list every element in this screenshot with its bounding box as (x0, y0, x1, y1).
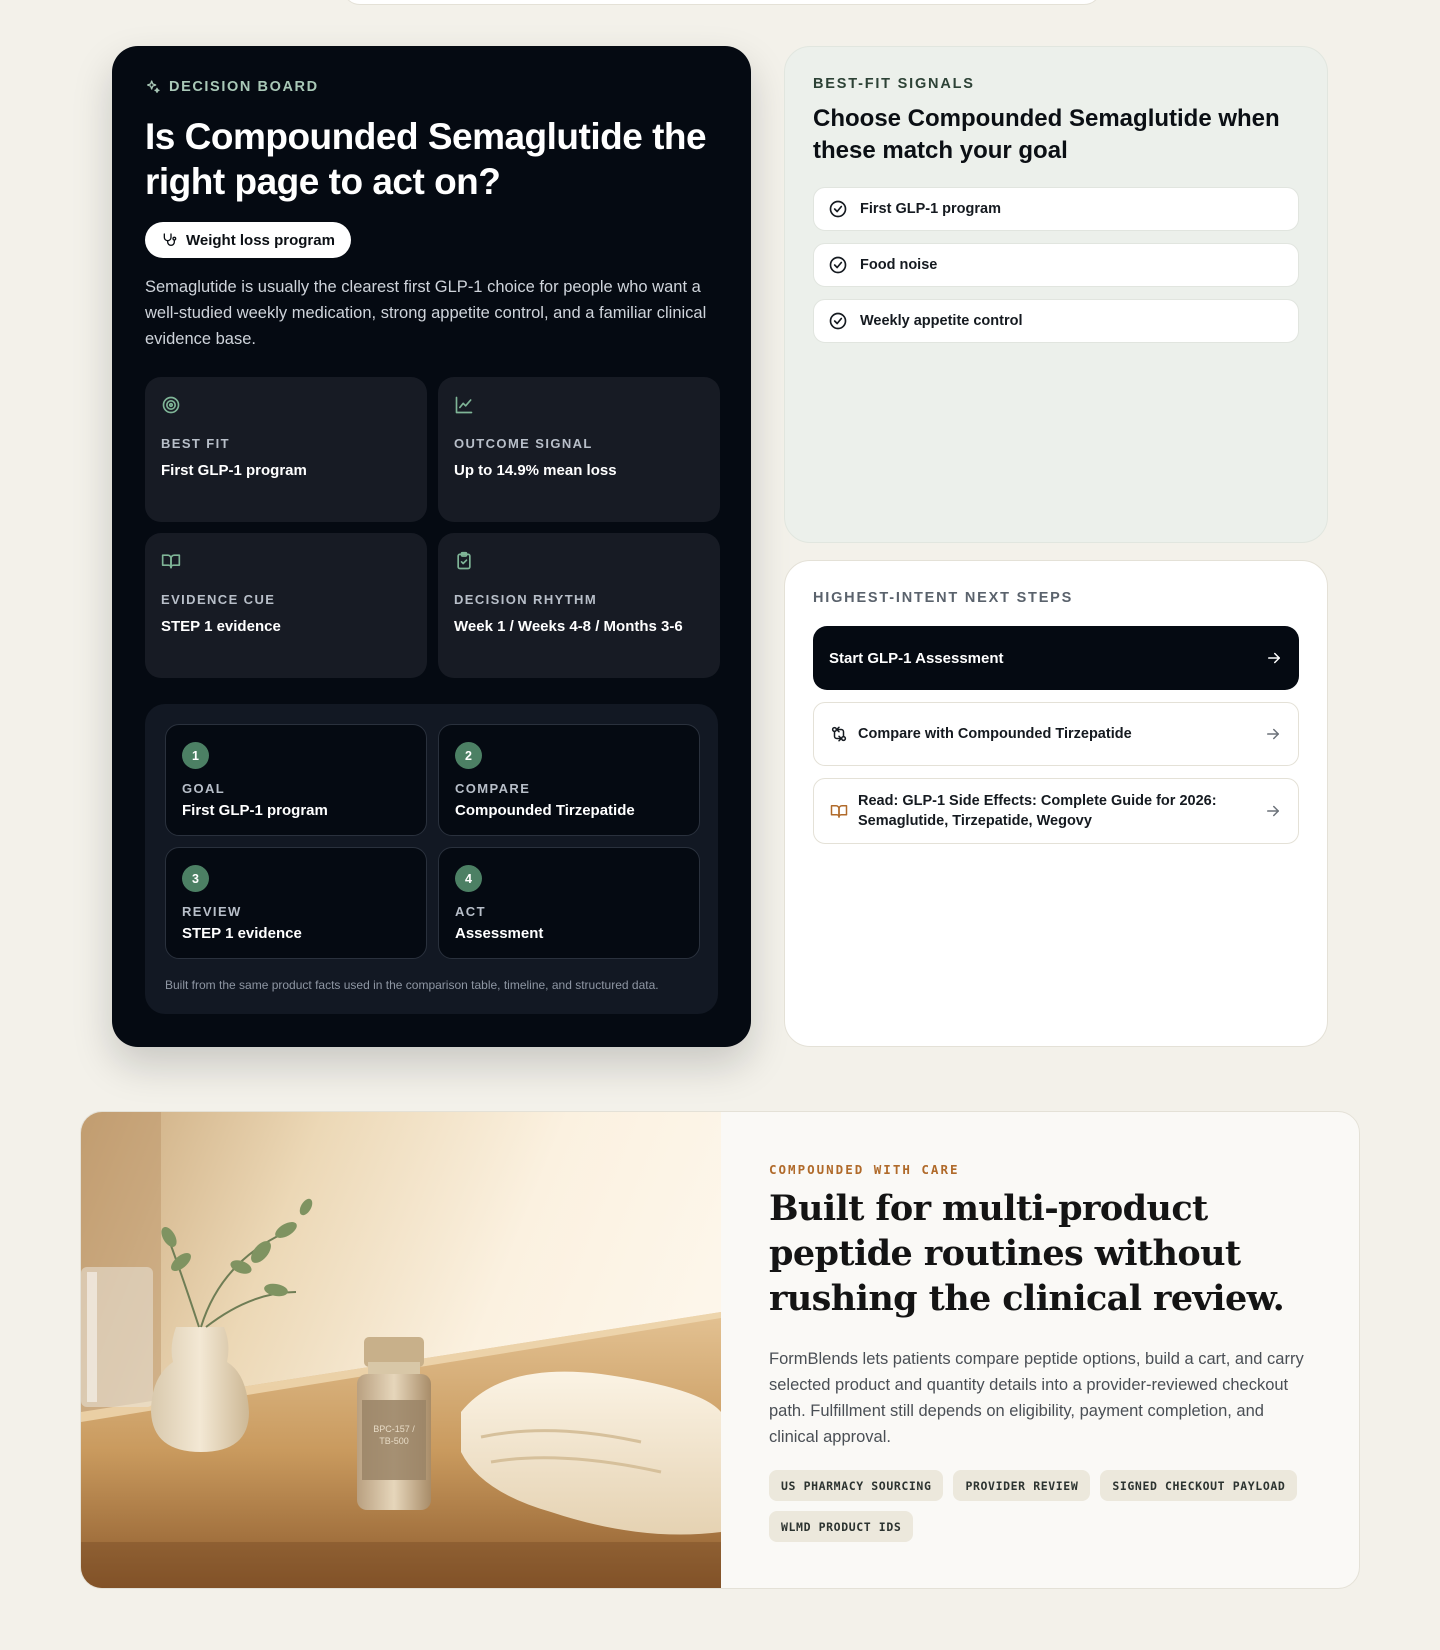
weight-loss-program-pill[interactable]: Weight loss program (145, 222, 351, 258)
check-circle-icon (829, 256, 847, 274)
compare-tirzepatide-link[interactable]: Compare with Compounded Tirzepatide (813, 702, 1299, 766)
step-label: COMPARE (455, 781, 531, 796)
book-open-icon (161, 554, 181, 569)
decision-board: DECISION BOARD Is Compounded Semaglutide… (112, 46, 751, 1047)
step-value: STEP 1 evidence (182, 925, 302, 942)
best-fit-signals: BEST-FIT SIGNALS Choose Compounded Semag… (784, 46, 1328, 543)
signal-label: Food noise (860, 257, 938, 273)
signal-label: Weekly appetite control (860, 313, 1023, 329)
card-decision-rhythm: DECISION RHYTHM Week 1 / Weeks 4-8 / Mon… (438, 533, 720, 678)
vial-label-line-2: TB-500 (379, 1436, 409, 1446)
step-value: Compounded Tirzepatide (455, 802, 635, 819)
compare-arrows-icon (831, 726, 847, 742)
card-value: Week 1 / Weeks 4-8 / Months 3-6 (454, 618, 683, 635)
tag-signed-checkout: SIGNED CHECKOUT PAYLOAD (1100, 1470, 1298, 1501)
read-side-effects-link[interactable]: Read: GLP-1 Side Effects: Complete Guide… (813, 778, 1299, 844)
step-act: 4 ACT Assessment (438, 847, 700, 959)
card-value: First GLP-1 program (161, 462, 307, 479)
step-number-badge: 4 (455, 865, 482, 892)
best-fit-eyebrow: BEST-FIT SIGNALS (813, 76, 975, 92)
decision-cards: BEST FIT First GLP-1 program OUTCOME SIG… (145, 377, 720, 678)
card-evidence-cue: EVIDENCE CUE STEP 1 evidence (145, 533, 427, 678)
start-assessment-button[interactable]: Start GLP-1 Assessment (813, 626, 1299, 690)
decision-board-eyebrow-text: DECISION BOARD (169, 79, 319, 95)
arrow-right-icon (1268, 652, 1280, 664)
step-number-badge: 1 (182, 742, 209, 769)
step-number-badge: 3 (182, 865, 209, 892)
check-circle-icon (829, 312, 847, 330)
check-circle-icon (829, 200, 847, 218)
compare-link-label: Compare with Compounded Tirzepatide (858, 726, 1132, 742)
sparkles-icon (147, 80, 160, 93)
card-best-fit: BEST FIT First GLP-1 program (145, 377, 427, 522)
compounded-with-care-feature: BPC-157 / TB-500 COMPOUNDED WITH CARE Bu… (80, 1111, 1360, 1589)
feature-tags: US PHARMACY SOURCING PROVIDER REVIEW SIG… (769, 1470, 1309, 1542)
card-value: Up to 14.9% mean loss (454, 462, 617, 479)
line-chart-icon (455, 396, 473, 414)
arrow-right-icon (1267, 805, 1279, 817)
decision-board-title: Is Compounded Semaglutide the right page… (145, 116, 707, 202)
signal-item: First GLP-1 program (813, 187, 1299, 231)
step-label: REVIEW (182, 904, 242, 919)
card-label: DECISION RHYTHM (454, 592, 598, 607)
step-value: First GLP-1 program (182, 802, 328, 819)
signal-list: First GLP-1 program Food noise Weekly ap… (813, 187, 1299, 343)
steps-footnote: Built from the same product facts used i… (165, 978, 659, 992)
feature-description: FormBlends lets patients compare peptide… (769, 1350, 1304, 1446)
next-steps: HIGHEST-INTENT NEXT STEPS Start GLP-1 As… (784, 560, 1328, 1047)
vial-label-line-1: BPC-157 / (373, 1424, 415, 1434)
tag-us-pharmacy: US PHARMACY SOURCING (769, 1470, 944, 1501)
clipboard-check-icon (457, 551, 471, 570)
step-goal: 1 GOAL First GLP-1 program (165, 724, 427, 836)
card-outcome-signal: OUTCOME SIGNAL Up to 14.9% mean loss (438, 377, 720, 522)
decision-board-eyebrow: DECISION BOARD (145, 79, 718, 95)
signal-item: Weekly appetite control (813, 299, 1299, 343)
signal-label: First GLP-1 program (860, 201, 1001, 217)
step-label: GOAL (182, 781, 226, 796)
book-open-icon (830, 805, 848, 818)
read-link-label: Read: GLP-1 Side Effects: Complete Guide… (858, 793, 1217, 829)
signal-item: Food noise (813, 243, 1299, 287)
step-value: Assessment (455, 925, 544, 942)
step-label: ACT (455, 904, 486, 919)
pill-label: Weight loss program (186, 231, 335, 249)
best-fit-title: Choose Compounded Semaglutide when these… (813, 105, 1280, 164)
target-icon (162, 396, 180, 414)
step-compare: 2 COMPARE Compounded Tirzepatide (438, 724, 700, 836)
step-number-badge: 2 (455, 742, 482, 769)
decision-steps-panel: 1 GOAL First GLP-1 program 2 COMPARE Com… (145, 704, 718, 1014)
tag-wlmd-product-ids: WLMD PRODUCT IDS (769, 1511, 914, 1542)
feature-copy: COMPOUNDED WITH CARE Built for multi-pro… (769, 1162, 1309, 1542)
feature-eyebrow: COMPOUNDED WITH CARE (769, 1162, 960, 1177)
decision-board-description: Semaglutide is usually the clearest firs… (145, 278, 707, 348)
tag-provider-review: PROVIDER REVIEW (953, 1470, 1091, 1501)
card-value: STEP 1 evidence (161, 618, 281, 635)
start-assessment-label: Start GLP-1 Assessment (829, 649, 1004, 667)
arrow-right-icon (1267, 728, 1279, 740)
card-label: OUTCOME SIGNAL (454, 436, 593, 451)
next-steps-eyebrow: HIGHEST-INTENT NEXT STEPS (813, 590, 1074, 606)
feature-title: Built for multi-product peptide routines… (769, 1188, 1285, 1319)
card-label: EVIDENCE CUE (161, 592, 276, 607)
top-card-edge (342, 0, 1102, 5)
step-review: 3 REVIEW STEP 1 evidence (165, 847, 427, 959)
card-label: BEST FIT (161, 436, 230, 451)
stethoscope-icon (163, 233, 177, 246)
product-vial-photo: BPC-157 / TB-500 (81, 1112, 721, 1588)
